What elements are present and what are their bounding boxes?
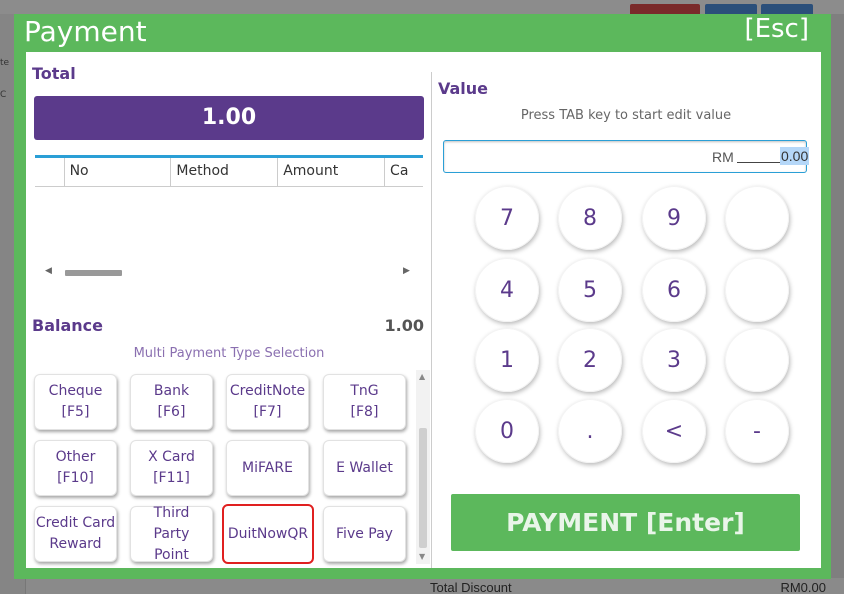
grid-column-header[interactable]: Amount bbox=[278, 158, 386, 186]
keypad-9-button[interactable]: 9 bbox=[642, 186, 706, 250]
grid-header: No Method Amount Ca bbox=[35, 158, 423, 187]
grid-column-header[interactable]: Method bbox=[171, 158, 279, 186]
currency-prefix: RM bbox=[712, 149, 734, 165]
total-discount-label: Total Discount bbox=[430, 580, 512, 594]
column-divider bbox=[431, 72, 432, 568]
background-toolbar bbox=[0, 0, 844, 16]
scroll-right-icon[interactable]: ▶ bbox=[403, 266, 410, 276]
payment-type-tng-button[interactable]: TnG [F8] bbox=[323, 374, 406, 430]
esc-close-button[interactable]: [Esc] bbox=[744, 14, 809, 44]
keypad-6-button[interactable]: 6 bbox=[642, 258, 706, 322]
total-amount: 1.00 bbox=[34, 96, 424, 140]
value-label: Value bbox=[438, 79, 489, 98]
grid-horizontal-scrollbar[interactable]: ◀ ▶ bbox=[35, 266, 423, 280]
payment-dialog: Payment [Esc] Total 1.00 No Method Amoun… bbox=[14, 14, 831, 579]
payment-type-mifare-button[interactable]: MiFARE bbox=[226, 440, 309, 496]
grid-column-header[interactable]: No bbox=[65, 158, 172, 186]
payment-enter-button[interactable]: PAYMENT [Enter] bbox=[451, 494, 800, 551]
payment-type-thirdparty-point-button[interactable]: Third Party Point bbox=[130, 505, 213, 563]
payment-type-ewallet-button[interactable]: E Wallet bbox=[323, 440, 406, 496]
dialog-panel: Total 1.00 No Method Amount Ca ◀ ▶ Balan… bbox=[26, 52, 821, 568]
balance-value: 1.00 bbox=[384, 316, 424, 335]
keypad-8-button[interactable]: 8 bbox=[558, 186, 622, 250]
keypad-1-button[interactable]: 1 bbox=[475, 328, 539, 392]
payment-type-scrollbar[interactable]: ▲ ▼ bbox=[416, 370, 430, 564]
input-underline bbox=[737, 162, 780, 163]
background-text: te bbox=[0, 58, 10, 68]
keypad-0-button[interactable]: 0 bbox=[475, 399, 539, 463]
keypad-blank-button[interactable] bbox=[725, 328, 789, 392]
value-input[interactable]: RM 0.00 bbox=[443, 140, 810, 173]
keypad-dot-button[interactable]: . bbox=[558, 399, 622, 463]
grid-column-header[interactable]: Ca bbox=[385, 158, 423, 186]
payment-type-cheque-button[interactable]: Cheque [F5] bbox=[34, 374, 117, 430]
value-amount[interactable]: 0.00 bbox=[780, 147, 810, 165]
payment-type-duitnowqr-button[interactable]: DuitNowQR bbox=[222, 504, 314, 564]
payment-type-other-button[interactable]: Other [F10] bbox=[34, 440, 117, 496]
payment-type-area: Cheque [F5] Bank [F6] CreditNote [F7] Tn… bbox=[26, 370, 432, 568]
keypad-backspace-button[interactable]: < bbox=[642, 399, 706, 463]
scroll-down-icon[interactable]: ▼ bbox=[419, 552, 425, 561]
payment-type-fivepay-button[interactable]: Five Pay bbox=[323, 506, 406, 562]
keypad-blank-button[interactable] bbox=[725, 258, 789, 322]
scrollbar-thumb[interactable] bbox=[419, 428, 427, 548]
total-label: Total bbox=[32, 64, 76, 83]
payment-type-creditnote-button[interactable]: CreditNote [F7] bbox=[226, 374, 309, 430]
keypad-7-button[interactable]: 7 bbox=[475, 186, 539, 250]
payment-grid[interactable]: No Method Amount Ca ◀ ▶ bbox=[35, 155, 423, 285]
payment-type-creditcard-reward-button[interactable]: Credit Card Reward bbox=[34, 506, 117, 562]
value-hint: Press TAB key to start edit value bbox=[520, 108, 732, 123]
payment-type-xcard-button[interactable]: X Card [F11] bbox=[130, 440, 213, 496]
background-footer: Total Discount RM0.00 bbox=[26, 578, 844, 594]
background-text: C bbox=[0, 90, 7, 100]
dialog-title: Payment bbox=[24, 15, 147, 48]
keypad-2-button[interactable]: 2 bbox=[558, 328, 622, 392]
keypad-3-button[interactable]: 3 bbox=[642, 328, 706, 392]
total-discount-value: RM0.00 bbox=[780, 580, 826, 594]
keypad-4-button[interactable]: 4 bbox=[475, 258, 539, 322]
balance-label: Balance bbox=[32, 316, 103, 335]
scroll-up-icon[interactable]: ▲ bbox=[419, 372, 425, 381]
keypad-blank-button[interactable] bbox=[725, 186, 789, 250]
grid-column-header[interactable] bbox=[35, 158, 65, 186]
scroll-left-icon[interactable]: ◀ bbox=[45, 266, 52, 276]
keypad-5-button[interactable]: 5 bbox=[558, 258, 622, 322]
payment-type-bank-button[interactable]: Bank [F6] bbox=[130, 374, 213, 430]
keypad-minus-button[interactable]: - bbox=[725, 399, 789, 463]
multi-payment-label: Multi Payment Type Selection bbox=[133, 346, 325, 361]
scrollbar-thumb[interactable] bbox=[65, 270, 122, 276]
